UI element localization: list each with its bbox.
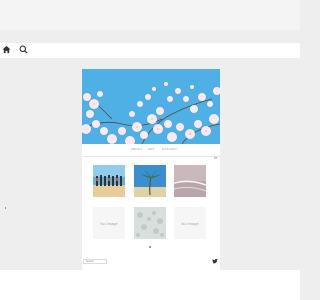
gallery-item-seashore[interactable]	[174, 165, 206, 197]
menu-item-gallery[interactable]: GALLERY	[162, 147, 177, 151]
footer-search-input[interactable]: Search	[83, 259, 107, 264]
no-image-label: No Image	[181, 220, 199, 226]
pager-dot[interactable]	[149, 246, 151, 248]
search-icon[interactable]	[19, 45, 28, 54]
gallery-item-placeholder[interactable]: No Image	[93, 207, 125, 239]
gallery-item-placeholder[interactable]: No Image	[174, 207, 206, 239]
site-menu: ABOUT ART GALLERY	[82, 144, 220, 156]
gallery-grid: ▪▪ No Image No Image	[82, 156, 220, 270]
side-marker	[5, 207, 6, 209]
gallery-item-snow-landscape[interactable]	[134, 207, 166, 239]
hero-image	[82, 69, 220, 144]
site-header	[0, 43, 300, 58]
browser-top-strip	[0, 0, 300, 30]
view-toggle-icon[interactable]: ▪▪	[214, 156, 217, 160]
content-card: ABOUT ART GALLERY ▪▪ No Image No Image	[82, 69, 220, 270]
gallery-item-beach-people[interactable]	[93, 165, 125, 197]
home-icon[interactable]	[2, 45, 11, 54]
gallery-item-palm-beach[interactable]	[134, 165, 166, 197]
menu-item-about[interactable]: ABOUT	[131, 147, 142, 151]
twitter-icon[interactable]	[212, 258, 218, 264]
page-bottom-strip	[0, 270, 300, 300]
no-image-label: No Image	[100, 220, 118, 226]
menu-item-art[interactable]: ART	[148, 147, 155, 151]
